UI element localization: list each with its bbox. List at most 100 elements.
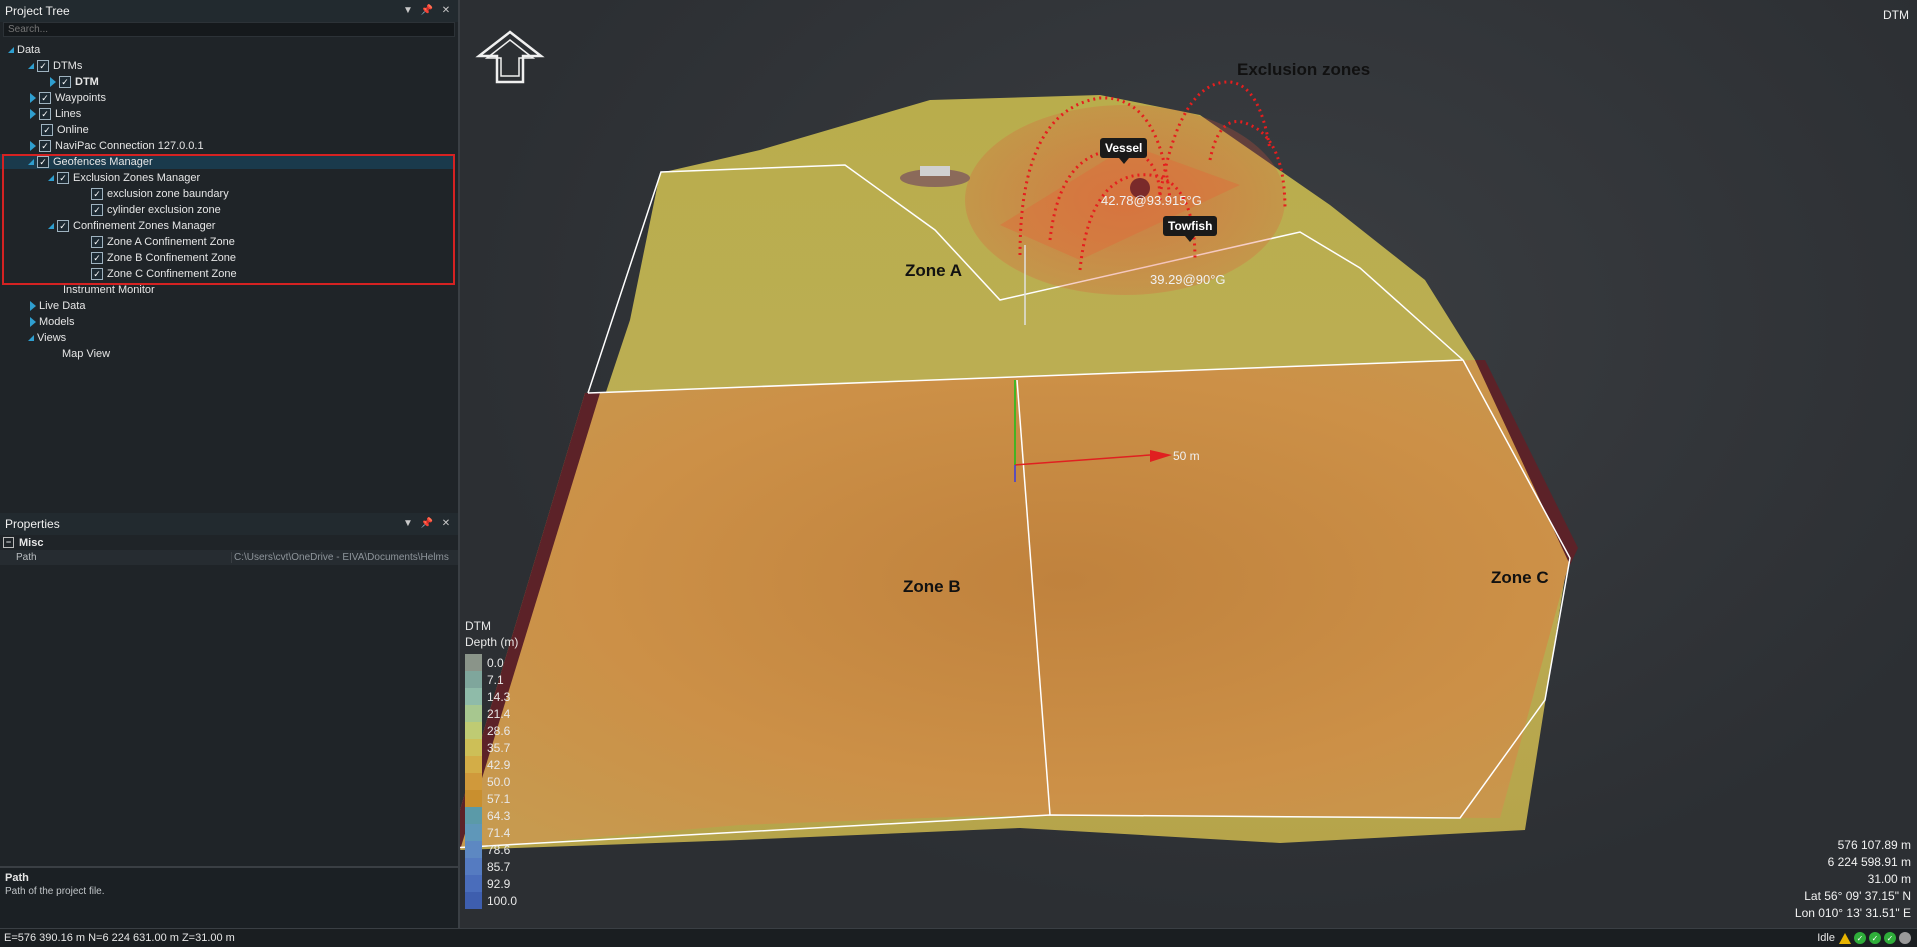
tree-item[interactable]: Models <box>0 314 74 329</box>
description-title: Path <box>5 872 29 884</box>
collapse-arrow-icon[interactable] <box>28 334 34 341</box>
tree-item-label: Zone A Confinement Zone <box>107 235 235 248</box>
dropdown-icon[interactable]: ▼ <box>401 4 415 18</box>
legend-entry: 14.3 <box>465 688 518 705</box>
status-state: Idle <box>1817 932 1835 944</box>
northing-readout: 6 224 598.91 m <box>1827 855 1911 869</box>
tree-item-label: Live Data <box>39 299 86 312</box>
ok-icon[interactable]: ✓ <box>1869 932 1881 944</box>
visibility-checkbox[interactable]: ✓ <box>39 139 51 152</box>
warning-icon[interactable] <box>1839 932 1851 944</box>
collapse-icon[interactable]: − <box>3 537 14 548</box>
tree-item[interactable]: Live Data <box>0 298 85 313</box>
tree-item[interactable]: ✓ Zone B Confinement Zone <box>0 250 236 265</box>
visibility-checkbox[interactable]: ✓ <box>41 123 53 136</box>
close-icon[interactable]: ✕ <box>439 4 453 18</box>
tree-item[interactable]: Data <box>0 42 40 57</box>
navigation-arrow-icon[interactable] <box>475 28 545 88</box>
collapse-arrow-icon[interactable] <box>8 46 14 53</box>
expand-arrow-icon[interactable] <box>50 76 56 87</box>
visibility-checkbox[interactable]: ✓ <box>91 251 103 264</box>
legend-swatch <box>465 824 482 841</box>
legend-entry: 78.6 <box>465 841 518 858</box>
legend-swatch <box>465 722 482 739</box>
legend-value: 71.4 <box>487 825 511 840</box>
ok-icon[interactable]: ✓ <box>1884 932 1896 944</box>
visibility-checkbox[interactable]: ✓ <box>91 267 103 280</box>
properties-category[interactable]: − Misc <box>0 535 458 550</box>
visibility-checkbox[interactable]: ✓ <box>59 75 71 88</box>
tree-item-label: Instrument Monitor <box>63 283 155 296</box>
visibility-checkbox[interactable]: ✓ <box>39 91 51 104</box>
legend-swatch <box>465 858 482 875</box>
visibility-checkbox[interactable]: ✓ <box>91 235 103 248</box>
pin-icon[interactable]: 📌 <box>420 4 434 18</box>
vessel-tag[interactable]: Vessel <box>1100 138 1148 164</box>
tree-item[interactable]: ✓ Lines <box>0 106 81 121</box>
property-row-path[interactable]: Path C:\Users\cvt\OneDrive - EIVA\Docume… <box>0 550 458 565</box>
tree-search-input[interactable] <box>3 22 455 37</box>
expand-arrow-icon[interactable] <box>30 92 36 103</box>
tree-item-label: Map View <box>62 347 111 360</box>
tree-item[interactable]: Instrument Monitor <box>0 282 155 297</box>
tree-item[interactable]: Views <box>0 330 66 345</box>
left-panel: Project Tree ▼ 📌 ✕ Data ✓ DTMs ✓ DTM ✓ Waypoin… <box>0 0 460 928</box>
visibility-checkbox[interactable]: ✓ <box>39 107 51 120</box>
tree-item-label: cylinder exclusion zone <box>107 203 221 216</box>
vessel-measurement: 42.78@93.915°G <box>1101 193 1202 208</box>
visibility-checkbox[interactable]: ✓ <box>91 187 103 200</box>
legend-value: 42.9 <box>487 757 511 772</box>
tree-item-label: exclusion zone baundary <box>107 187 229 200</box>
map-view-3d[interactable]: DTM Exclusion zones Zone A Zone B Zone C… <box>460 0 1917 928</box>
tree-item[interactable]: ✓ Geofences Manager <box>0 154 454 169</box>
property-value[interactable]: C:\Users\cvt\OneDrive - EIVA\Documents\H… <box>231 552 458 563</box>
visibility-checkbox[interactable]: ✓ <box>91 203 103 216</box>
legend-entry: 7.1 <box>465 671 518 688</box>
legend-swatch <box>465 841 482 858</box>
tree-item[interactable]: ✓ Confinement Zones Manager <box>0 218 215 233</box>
pin-icon[interactable]: 📌 <box>420 517 434 531</box>
tree-item-label: Zone B Confinement Zone <box>107 251 237 264</box>
collapse-arrow-icon[interactable] <box>48 174 54 181</box>
tree-item[interactable]: ✓ Zone A Confinement Zone <box>0 234 235 249</box>
legend-entry: 21.4 <box>465 705 518 722</box>
zone-a-label: Zone A <box>905 261 962 280</box>
tree-item-label: Online <box>57 123 89 136</box>
tree-item[interactable]: Map View <box>0 346 110 361</box>
info-icon[interactable] <box>1899 932 1911 944</box>
expand-arrow-icon[interactable] <box>30 108 36 119</box>
collapse-arrow-icon[interactable] <box>28 62 34 69</box>
tree-item[interactable]: ✓ DTM <box>0 74 99 89</box>
visibility-checkbox[interactable]: ✓ <box>57 219 69 232</box>
close-icon[interactable]: ✕ <box>439 517 453 531</box>
terrain-scene[interactable] <box>460 0 1917 928</box>
expand-arrow-icon[interactable] <box>30 140 36 151</box>
legend-value: 92.9 <box>487 876 511 891</box>
ok-icon[interactable]: ✓ <box>1854 932 1866 944</box>
expand-arrow-icon[interactable] <box>30 316 36 327</box>
visibility-checkbox[interactable]: ✓ <box>37 155 49 168</box>
legend-value: 21.4 <box>487 706 511 721</box>
tree-item[interactable]: ✓ Online <box>0 122 89 137</box>
tree-item[interactable]: ✓ Zone C Confinement Zone <box>0 266 237 281</box>
legend-swatch <box>465 875 482 892</box>
collapse-arrow-icon[interactable] <box>28 158 34 165</box>
legend-entry: 35.7 <box>465 739 518 756</box>
tree-item-label: Zone C Confinement Zone <box>107 267 237 280</box>
visibility-checkbox[interactable]: ✓ <box>37 59 49 72</box>
legend-value: 7.1 <box>487 672 504 687</box>
dropdown-icon[interactable]: ▼ <box>401 517 415 531</box>
legend-value: 64.3 <box>487 808 511 823</box>
collapse-arrow-icon[interactable] <box>48 222 54 229</box>
towfish-tag[interactable]: Towfish <box>1163 216 1218 242</box>
tree-item[interactable]: ✓ Waypoints <box>0 90 106 105</box>
tree-item[interactable]: ✓ cylinder exclusion zone <box>0 202 221 217</box>
tree-item[interactable]: ✓ DTMs <box>0 58 82 73</box>
visibility-checkbox[interactable]: ✓ <box>57 171 69 184</box>
tree-item[interactable]: ✓ exclusion zone baundary <box>0 186 229 201</box>
expand-arrow-icon[interactable] <box>30 300 36 311</box>
tree-item-label: Geofences Manager <box>53 155 153 168</box>
tree-item[interactable]: ✓ NaviPac Connection 127.0.0.1 <box>0 138 204 153</box>
legend-swatch <box>465 654 482 671</box>
tree-item[interactable]: ✓ Exclusion Zones Manager <box>0 170 200 185</box>
